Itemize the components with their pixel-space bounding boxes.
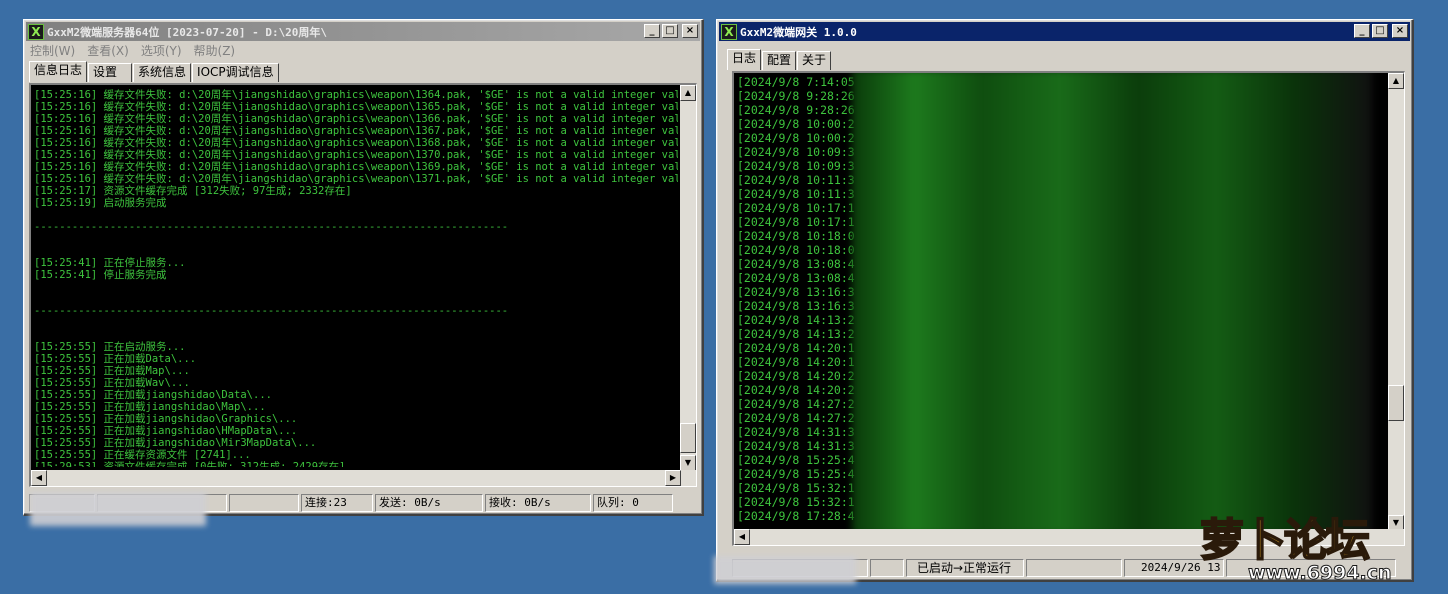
scroll-right-button[interactable]: ▶ bbox=[665, 470, 681, 486]
log-line: [15:25:16] 缓存文件失败: d:\20周年\jiangshidao\g… bbox=[34, 125, 678, 137]
tab-system-info[interactable]: 系统信息 bbox=[133, 63, 192, 82]
server-log-list: [15:25:16] 缓存文件失败: d:\20周年\jiangshidao\g… bbox=[34, 89, 678, 467]
server-log-console: [15:25:16] 缓存文件失败: d:\20周年\jiangshidao\g… bbox=[29, 83, 697, 487]
log-line: ----------------------------------------… bbox=[34, 221, 509, 233]
server-menubar: 控制(W) 查看(X) 选项(Y) 帮助(Z) bbox=[28, 42, 235, 60]
log-line: [15:25:16] 缓存文件失败: d:\20周年\jiangshidao\g… bbox=[34, 89, 678, 101]
menu-control[interactable]: 控制(W) bbox=[30, 42, 75, 60]
log-line: [15:25:55] 正在加载Wav\... bbox=[34, 377, 190, 389]
gateway-tabs: 日志 配置 关于 bbox=[727, 49, 832, 70]
tab-about[interactable]: 关于 bbox=[797, 51, 832, 70]
scroll-up-button[interactable]: ▲ bbox=[1388, 73, 1404, 89]
redacted-area-left bbox=[30, 492, 206, 526]
log-line: [15:25:55] 正在加载Map\... bbox=[34, 365, 190, 377]
redacted-log-content bbox=[852, 73, 1372, 535]
gateway-log-vscroll[interactable]: ▲ ▼ bbox=[1388, 73, 1404, 531]
server-window-title: GxxM2微端服务器64位 [2023-07-20] - D:\20周年\ bbox=[47, 25, 328, 39]
log-line: [15:25:55] 正在启动服务... bbox=[34, 341, 186, 353]
scroll-down-button[interactable]: ▼ bbox=[680, 455, 696, 471]
tab-iocp-debug[interactable]: IOCP调试信息 bbox=[192, 63, 279, 82]
status-receive: 接收: 0B/s bbox=[485, 494, 591, 512]
tab-config[interactable]: 配置 bbox=[762, 51, 797, 70]
log-line: [15:25:55] 正在加载jiangshidao\Map\... bbox=[34, 401, 266, 413]
log-line: [15:25:41] 停止服务完成 bbox=[34, 269, 167, 281]
status-blank-3 bbox=[229, 494, 299, 512]
app-x-icon: X bbox=[28, 23, 44, 40]
scroll-thumb[interactable] bbox=[1388, 385, 1404, 421]
log-line: [15:25:16] 缓存文件失败: d:\20周年\jiangshidao\g… bbox=[34, 101, 678, 113]
log-line: [15:25:16] 缓存文件失败: d:\20周年\jiangshidao\g… bbox=[34, 113, 678, 125]
scroll-thumb[interactable] bbox=[680, 423, 696, 453]
maximize-button[interactable]: □ bbox=[662, 24, 678, 38]
log-line: [15:25:41] 正在停止服务... bbox=[34, 257, 186, 269]
log-line: [15:25:16] 缓存文件失败: d:\20周年\jiangshidao\g… bbox=[34, 137, 678, 149]
tab-settings[interactable]: 设置 bbox=[88, 63, 133, 82]
menu-options[interactable]: 选项(Y) bbox=[141, 42, 182, 60]
server-log-hscroll[interactable]: ◀ ▶ bbox=[31, 470, 696, 486]
log-line: [15:25:16] 缓存文件失败: d:\20周年\jiangshidao\g… bbox=[34, 173, 678, 185]
log-line: [15:25:17] 资源文件缓存完成 [312失败; 97生成; 2332存在… bbox=[34, 185, 352, 197]
maximize-button[interactable]: □ bbox=[1372, 24, 1388, 38]
server-window: X GxxM2微端服务器64位 [2023-07-20] - D:\20周年\ … bbox=[23, 19, 704, 516]
log-line: [15:29:53] 资源文件缓存完成 [0失败; 312生成; 2429存在] bbox=[34, 461, 346, 467]
status-queue: 队列: 0 bbox=[593, 494, 673, 512]
gateway-window: X GxxM2微端网关 1.0.0 _ □ × 日志 配置 关于 [2024/9… bbox=[716, 19, 1414, 582]
server-log-vscroll[interactable]: ▲ ▼ bbox=[680, 85, 696, 471]
menu-view[interactable]: 查看(X) bbox=[87, 42, 129, 60]
log-line: [15:25:55] 正在缓存资源文件 [2741]... bbox=[34, 449, 251, 461]
status-connections: 连接:23 bbox=[301, 494, 373, 512]
minimize-button[interactable]: _ bbox=[644, 24, 660, 38]
status-running-state: 已启动→正常运行 bbox=[906, 559, 1024, 577]
tab-info-log[interactable]: 信息日志 bbox=[29, 61, 88, 82]
log-line: [15:25:55] 正在加载jiangshidao\Mir3MapData\.… bbox=[34, 437, 317, 449]
menu-help[interactable]: 帮助(Z) bbox=[194, 42, 236, 60]
close-button[interactable]: × bbox=[682, 24, 698, 38]
scroll-left-button[interactable]: ◀ bbox=[734, 529, 750, 545]
tab-log[interactable]: 日志 bbox=[727, 49, 762, 70]
server-tabs: 信息日志 设置 系统信息 IOCP调试信息 bbox=[29, 61, 280, 82]
status-blank-2 bbox=[870, 559, 904, 577]
status-blank-3 bbox=[1026, 559, 1122, 577]
log-line: [15:25:19] 启动服务完成 bbox=[34, 197, 167, 209]
log-line: [15:25:16] 缓存文件失败: d:\20周年\jiangshidao\g… bbox=[34, 161, 678, 173]
app-x-icon: X bbox=[721, 23, 737, 40]
scroll-up-button[interactable]: ▲ bbox=[680, 85, 696, 101]
watermark-title: 萝卜论坛 bbox=[1199, 514, 1371, 567]
gateway-window-title: GxxM2微端网关 1.0.0 bbox=[740, 25, 857, 39]
watermark-url: www.6994.cn bbox=[1248, 562, 1393, 585]
log-line: [15:25:55] 正在加载Data\... bbox=[34, 353, 197, 365]
log-line: [15:25:55] 正在加载jiangshidao\Graphics\... bbox=[34, 413, 298, 425]
gateway-log-console: [2024/9/8 7:14:05 [2024/9/8 9:28:26 [2024/… bbox=[732, 71, 1405, 546]
log-line: ----------------------------------------… bbox=[34, 305, 509, 317]
scroll-left-button[interactable]: ◀ bbox=[31, 470, 47, 486]
server-window-titlebar[interactable]: X GxxM2微端服务器64位 [2023-07-20] - D:\20周年\ … bbox=[26, 22, 700, 41]
log-line: [15:25:55] 正在加载jiangshidao\HMapData\... bbox=[34, 425, 298, 437]
gateway-window-titlebar[interactable]: X GxxM2微端网关 1.0.0 _ □ × bbox=[719, 22, 1410, 41]
log-line: [15:25:16] 缓存文件失败: d:\20周年\jiangshidao\g… bbox=[34, 149, 678, 161]
site-watermark: 萝卜论坛 www.6994.cn bbox=[1190, 504, 1440, 590]
log-line: [15:25:55] 正在加载jiangshidao\Data\... bbox=[34, 389, 272, 401]
status-send: 发送: 0B/s bbox=[375, 494, 483, 512]
minimize-button[interactable]: _ bbox=[1354, 24, 1370, 38]
close-button[interactable]: × bbox=[1392, 24, 1408, 38]
redacted-area-right bbox=[714, 556, 856, 584]
